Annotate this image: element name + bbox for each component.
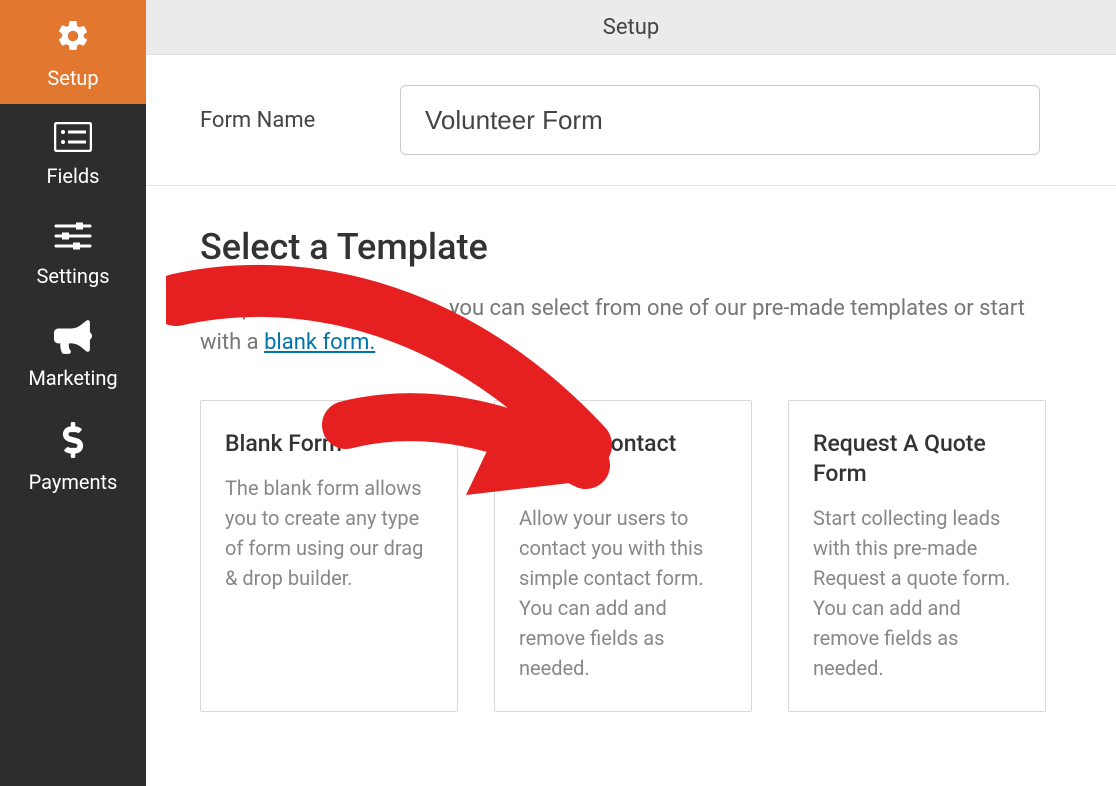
templates-grid: Blank Form The blank form allows you to … — [200, 400, 1062, 712]
sliders-icon — [54, 220, 92, 256]
gear-icon — [55, 18, 91, 58]
sidebar-item-label: Marketing — [28, 366, 117, 390]
content-area: Select a Template To speed up the proces… — [146, 186, 1116, 712]
form-name-row: Form Name — [146, 55, 1116, 186]
section-description: To speed up the process, you can select … — [200, 292, 1040, 360]
template-title: Simple Contact Form — [519, 429, 727, 489]
sidebar-item-payments[interactable]: Payments — [0, 404, 146, 508]
main-panel: Setup Form Name Select a Template To spe… — [146, 0, 1116, 786]
page-title: Setup — [146, 0, 1116, 55]
blank-form-link[interactable]: blank form. — [264, 330, 375, 355]
form-name-input[interactable] — [400, 85, 1040, 155]
template-title: Request A Quote Form — [813, 429, 1021, 489]
template-desc: The blank form allows you to create any … — [225, 473, 433, 593]
bullhorn-icon — [54, 320, 92, 358]
sidebar-item-settings[interactable]: Settings — [0, 202, 146, 302]
sidebar-item-label: Payments — [29, 470, 118, 494]
sidebar-item-fields[interactable]: Fields — [0, 104, 146, 202]
sidebar-item-setup[interactable]: Setup — [0, 0, 146, 104]
template-desc: Allow your users to contact you with thi… — [519, 503, 727, 683]
form-name-label: Form Name — [200, 108, 400, 133]
sidebar-item-label: Settings — [36, 264, 109, 288]
template-desc: Start collecting leads with this pre-mad… — [813, 503, 1021, 683]
template-card-blank[interactable]: Blank Form The blank form allows you to … — [200, 400, 458, 712]
sidebar-item-label: Setup — [47, 66, 98, 90]
sidebar: Setup Fields Settings — [0, 0, 146, 786]
sidebar-item-label: Fields — [47, 164, 100, 188]
template-card-simple-contact[interactable]: Simple Contact Form Allow your users to … — [494, 400, 752, 712]
sidebar-item-marketing[interactable]: Marketing — [0, 302, 146, 404]
list-icon — [54, 122, 92, 156]
template-card-request-quote[interactable]: Request A Quote Form Start collecting le… — [788, 400, 1046, 712]
section-title: Select a Template — [200, 226, 1062, 268]
template-title: Blank Form — [225, 429, 433, 459]
dollar-icon — [61, 422, 85, 462]
